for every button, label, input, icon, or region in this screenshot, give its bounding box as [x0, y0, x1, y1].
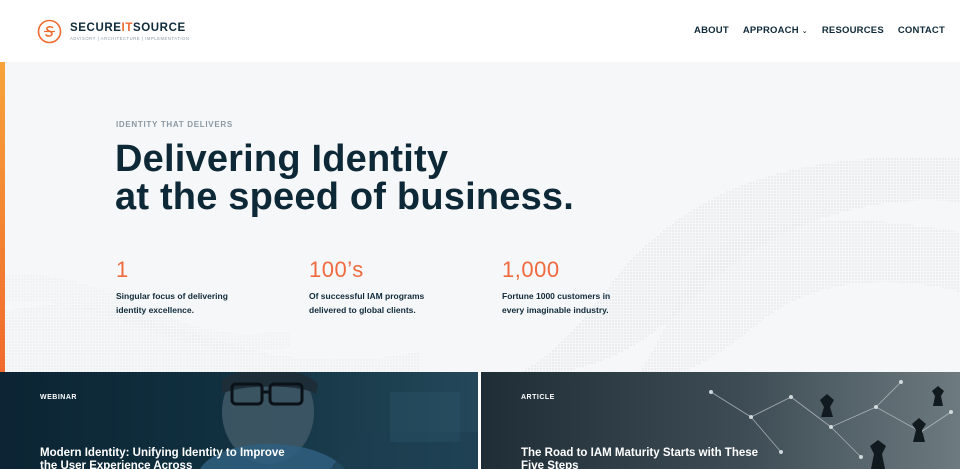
card-title[interactable]: Modern Identity: Unifying Identity to Im…: [40, 447, 300, 469]
stat-item: 1 Singular focus of delivering identity …: [116, 257, 286, 317]
stat-number: 1: [116, 257, 129, 282]
main-nav: ABOUT APPROACH ⌄ RESOURCES CONTACT: [680, 25, 945, 36]
logo-tagline: ADVISORY | ARCHITECTURE | IMPLEMENTATION: [70, 35, 190, 41]
logo-name: SECUREITSOURCE: [70, 21, 186, 34]
webinar-card[interactable]: WEBINAR Modern Identity: Unifying Identi…: [0, 372, 478, 469]
stat-item: 100’s Of successful IAM programs deliver…: [309, 257, 479, 317]
nav-item-resources[interactable]: RESOURCES: [822, 25, 884, 36]
article-card[interactable]: ARTICLE The Road to IAM Maturity Starts …: [481, 372, 960, 469]
logo-mark-icon: [37, 19, 62, 44]
stat-number: 100’s: [309, 257, 364, 282]
stat-number: 1,000: [502, 257, 560, 282]
resource-cards: WEBINAR Modern Identity: Unifying Identi…: [0, 372, 960, 469]
card-title[interactable]: The Road to IAM Maturity Starts with The…: [521, 447, 781, 469]
chevron-down-icon: ⌄: [801, 27, 808, 35]
card-tag: WEBINAR: [40, 394, 77, 401]
hero-section: IDENTITY THAT DELIVERS Delivering Identi…: [0, 62, 960, 372]
hero-headline-line1: Delivering Identity: [115, 138, 449, 180]
card-tag: ARTICLE: [521, 394, 555, 401]
hero-eyebrow: IDENTITY THAT DELIVERS: [116, 120, 233, 129]
stat-description: Singular focus of delivering identity ex…: [116, 291, 228, 315]
nav-item-contact[interactable]: CONTACT: [898, 25, 945, 36]
logo[interactable]: SECUREITSOURCE ADVISORY | ARCHITECTURE |…: [37, 19, 190, 44]
stat-description: Of successful IAM programs delivered to …: [309, 291, 425, 315]
site-header: SECUREITSOURCE ADVISORY | ARCHITECTURE |…: [0, 0, 960, 62]
stat-description: Fortune 1000 customers in every imaginab…: [502, 291, 611, 315]
hero-accent-bar: [0, 62, 5, 372]
nav-item-about[interactable]: ABOUT: [694, 25, 729, 36]
hero-headline: Delivering Identity at the speed of busi…: [115, 140, 574, 216]
nav-item-approach[interactable]: APPROACH ⌄: [743, 25, 808, 36]
logo-text: SECUREITSOURCE ADVISORY | ARCHITECTURE |…: [70, 22, 190, 42]
stat-item: 1,000 Fortune 1000 customers in every im…: [502, 257, 672, 317]
hero-headline-line2: at the speed of business.: [115, 176, 574, 218]
